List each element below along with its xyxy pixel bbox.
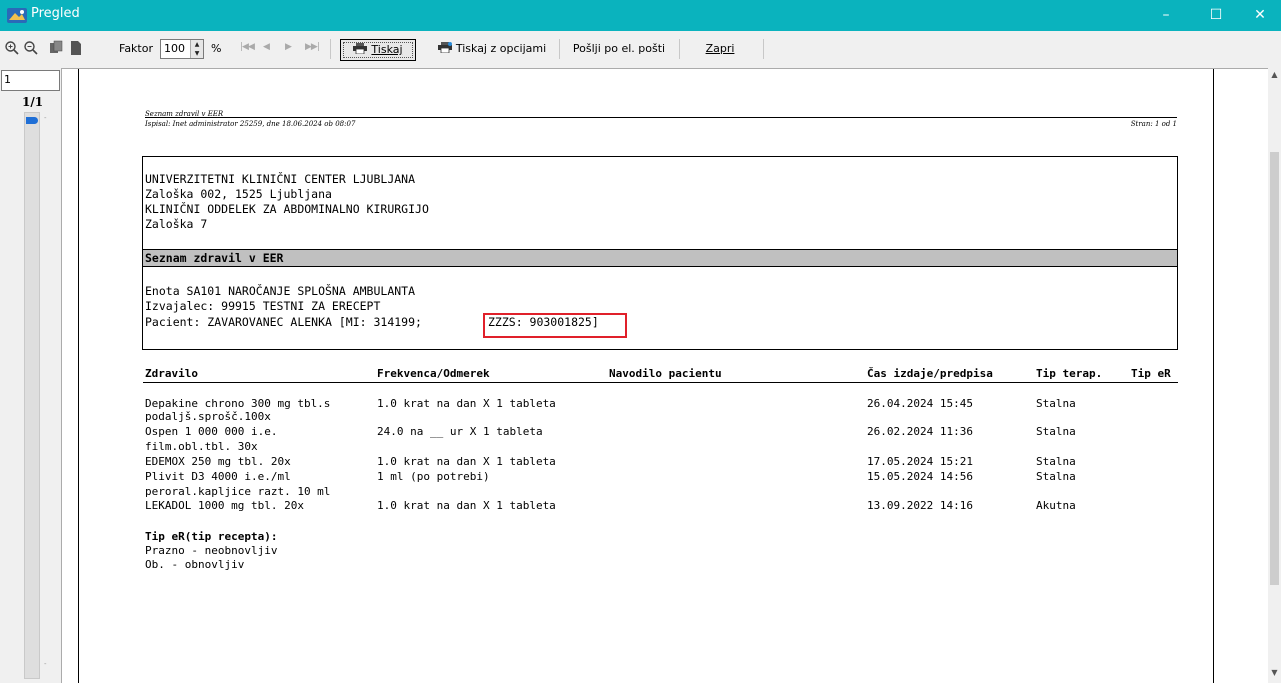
row-2-time: 26.02.2024 11:36 (867, 425, 973, 438)
slider-tick: - (44, 660, 47, 668)
zoom-factor-stepper[interactable]: 100 ▲ ▼ (160, 39, 204, 59)
preview-toolbar: Faktor 100 ▲ ▼ % |◀◀ ◀ ▶ ▶▶| Tiskaj Tisk… (0, 31, 1281, 66)
spin-up-icon[interactable]: ▲ (190, 40, 203, 49)
row-3-time: 17.05.2024 15:21 (867, 455, 973, 468)
toolbar-separator (330, 39, 331, 59)
header-divider (145, 117, 1177, 118)
legend-title: Tip eR(tip recepta): (145, 530, 278, 543)
column-header-issue-time: Čas izdaje/predpisa (867, 367, 993, 380)
column-header-drug: Zdravilo (145, 367, 198, 380)
row-2-frequency: 24.0 na __ ur X 1 tableta (377, 425, 543, 438)
row-1-drug: Depakine chrono 300 mg tbl.s (145, 397, 331, 410)
zoom-factor-value[interactable]: 100 (164, 42, 185, 55)
department-name: KLINIČNI ODDELEK ZA ABDOMINALNO KIRURGIJ… (145, 202, 429, 216)
row-1-therapy: Stalna (1036, 397, 1076, 410)
minimize-button[interactable]: – (1143, 0, 1189, 31)
department-address: Zaloška 7 (145, 217, 208, 231)
maximize-button[interactable]: ☐ (1193, 0, 1239, 31)
page-slider-track[interactable] (24, 112, 40, 679)
row-4-therapy: Stalna (1036, 470, 1076, 483)
row-3-therapy: Stalna (1036, 455, 1076, 468)
row-4-drug-cont: peroral.kapljice razt. 10 ml (145, 485, 331, 498)
printer-options-icon (437, 42, 452, 53)
first-page-icon[interactable]: |◀◀ (240, 42, 255, 52)
zzzs-highlight-box (483, 313, 627, 338)
page-slider-thumb[interactable] (26, 117, 38, 124)
last-page-icon[interactable]: ▶▶| (305, 42, 320, 52)
institution-address: Zaloška 002, 1525 Ljubljana (145, 187, 332, 201)
send-email-button[interactable]: Pošlji po el. pošti (560, 39, 678, 59)
faktor-label: Faktor (119, 42, 153, 55)
slider-tick: - (44, 114, 47, 122)
row-1-frequency: 1.0 krat na dan X 1 tableta (377, 397, 556, 410)
percent-label: % (211, 42, 222, 55)
section-title: Seznam zdravil v EER (145, 251, 284, 265)
print-options-label: Tiskaj z opcijami (455, 42, 547, 55)
vertical-scrollbar[interactable]: ▲ ▼ (1268, 68, 1281, 683)
page-number-input[interactable]: 1 (1, 70, 60, 91)
row-4-time: 15.05.2024 14:56 (867, 470, 973, 483)
print-options-button[interactable]: Tiskaj z opcijami (427, 39, 557, 59)
column-header-divider (143, 382, 1178, 383)
print-button[interactable]: Tiskaj (340, 39, 416, 61)
row-5-drug: LEKADOL 1000 mg tbl. 20x (145, 499, 304, 512)
zoom-out-icon[interactable] (23, 40, 39, 56)
column-header-frequency: Frekvenca/Odmerek (377, 367, 490, 380)
row-1-drug-cont: podaljš.sprošč.100x (145, 410, 271, 423)
row-4-frequency: 1 ml (po potrebi) (377, 470, 490, 483)
column-header-therapy-type: Tip terap. (1036, 367, 1103, 380)
unit-line: Enota SA101 NAROČANJE SPLOŠNA AMBULANTA (145, 284, 416, 298)
report-page-number: Stran: 1 od 1 (1130, 120, 1177, 128)
row-2-drug-cont: film.obl.tbl. 30x (145, 440, 258, 453)
spin-down-icon[interactable]: ▼ (190, 49, 203, 58)
legend-item-renewable: Ob. - obnovljiv (145, 558, 245, 571)
toolbar-separator (763, 39, 764, 59)
next-page-icon[interactable]: ▶ (285, 42, 292, 52)
app-icon (7, 8, 27, 23)
previous-page-icon[interactable]: ◀ (263, 42, 270, 52)
patient-line: Pacient: ZAVAROVANEC ALENKA [MI: 314199; (145, 315, 422, 329)
row-3-frequency: 1.0 krat na dan X 1 tableta (377, 455, 556, 468)
send-email-label: Pošlji po el. pošti (572, 42, 666, 55)
institution-name: UNIVERZITETNI KLINIČNI CENTER LJUBLJANA (145, 172, 416, 186)
close-preview-button[interactable]: Zapri (680, 39, 760, 59)
title-bar: Pregled – ☐ ✕ (0, 0, 1281, 31)
row-5-therapy: Akutna (1036, 499, 1076, 512)
legend-item-nonrenewable: Prazno - neobnovljiv (145, 544, 278, 557)
column-header-instructions: Navodilo pacientu (609, 367, 722, 380)
single-page-icon[interactable] (68, 40, 84, 56)
close-window-button[interactable]: ✕ (1237, 0, 1281, 31)
row-2-drug: Ospen 1 000 000 i.e. (145, 425, 278, 438)
provider-line: Izvajalec: 99915 TESTNI ZA ERECEPT (145, 299, 381, 313)
row-1-time: 26.04.2024 15:45 (867, 397, 973, 410)
printer-icon (353, 43, 368, 54)
section-band (143, 249, 1177, 267)
close-preview-label: Zapri (705, 42, 735, 55)
print-label: Tiskaj (371, 43, 403, 56)
row-5-frequency: 1.0 krat na dan X 1 tableta (377, 499, 556, 512)
report-printed-by: Ispisal: Inet administrator 25259, dne 1… (145, 120, 356, 128)
window-title: Pregled (31, 6, 80, 21)
row-3-drug: EDEMOX 250 mg tbl. 20x (145, 455, 291, 468)
row-5-time: 13.09.2022 14:16 (867, 499, 973, 512)
zoom-in-icon[interactable] (4, 40, 20, 56)
row-2-therapy: Stalna (1036, 425, 1076, 438)
page-number-value[interactable]: 1 (4, 73, 11, 86)
page-count: 1/1 (22, 95, 44, 109)
scroll-down-icon[interactable]: ▼ (1269, 668, 1280, 677)
scroll-up-icon[interactable]: ▲ (1269, 70, 1280, 79)
column-header-er-type: Tip eR (1131, 367, 1171, 380)
scrollbar-thumb[interactable] (1270, 152, 1279, 585)
multi-page-icon[interactable] (48, 40, 64, 56)
row-4-drug: Plivit D3 4000 i.e./ml (145, 470, 291, 483)
